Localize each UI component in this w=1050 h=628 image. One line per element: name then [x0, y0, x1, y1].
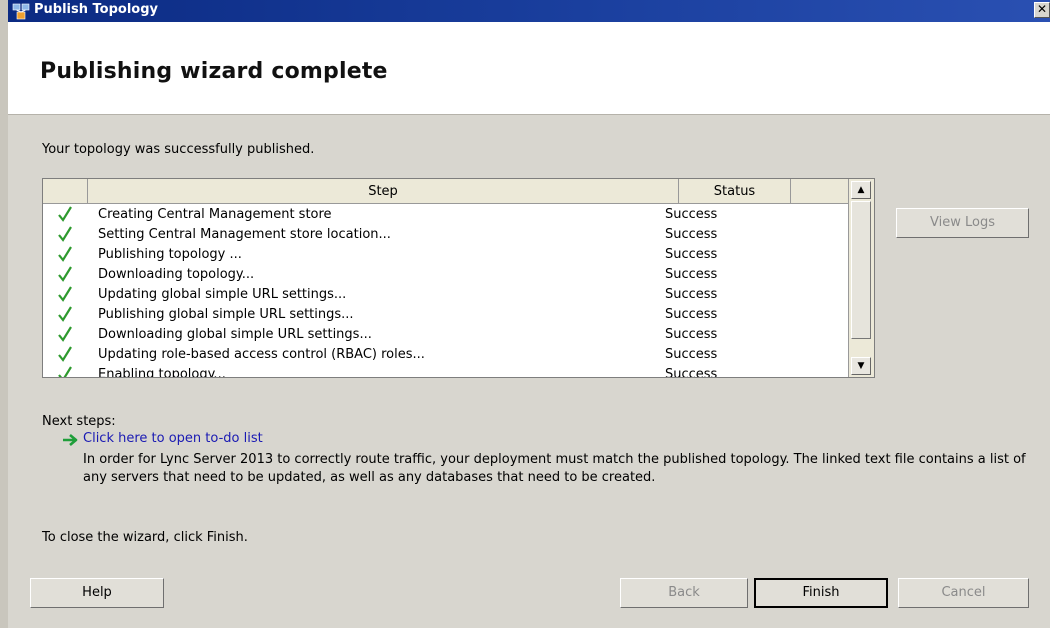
table-row[interactable]: Creating Central Management store Succes… [43, 206, 848, 226]
check-icon [58, 306, 72, 322]
table-row[interactable]: Downloading global simple URL settings..… [43, 326, 848, 346]
step-text: Updating global simple URL settings... [98, 287, 347, 302]
check-icon [58, 326, 72, 342]
scroll-thumb[interactable] [851, 201, 871, 339]
grid-header: Step Status [43, 179, 848, 204]
check-icon [58, 226, 72, 242]
grid-vertical-scrollbar[interactable]: ▲ ▼ [848, 179, 874, 377]
view-logs-button[interactable]: View Logs [896, 208, 1029, 238]
steps-grid: Step Status Creating Central Management … [42, 178, 875, 378]
open-todo-list-link[interactable]: Click here to open to-do list [83, 431, 263, 446]
title-bar[interactable]: Publish Topology ✕ [8, 0, 1050, 22]
next-steps-description: In order for Lync Server 2013 to correct… [83, 452, 1026, 485]
table-row[interactable]: Updating role-based access control (RBAC… [43, 346, 848, 366]
status-text: Success [665, 247, 718, 262]
status-text: Success [665, 347, 718, 362]
check-icon [58, 366, 72, 377]
back-button[interactable]: Back [620, 578, 748, 608]
check-icon [58, 246, 72, 262]
table-row[interactable]: Publishing global simple URL settings...… [43, 306, 848, 326]
wizard-header: Publishing wizard complete [8, 22, 1050, 115]
grid-header-filler [791, 179, 848, 203]
step-text: Downloading topology... [98, 267, 255, 282]
status-text: Success [665, 227, 718, 242]
step-text: Enabling topology... [98, 367, 226, 378]
table-row[interactable]: Updating global simple URL settings... S… [43, 286, 848, 306]
green-arrow-icon [63, 434, 78, 446]
finish-button[interactable]: Finish [754, 578, 888, 608]
status-text: Success [665, 207, 718, 222]
column-header-status[interactable]: Status [679, 179, 791, 203]
check-icon [58, 266, 72, 282]
grid-rows: Creating Central Management store Succes… [43, 206, 848, 378]
step-text: Publishing topology ... [98, 247, 242, 262]
status-text: Success [665, 327, 718, 342]
status-text: Success [665, 287, 718, 302]
scroll-down-arrow-icon[interactable]: ▼ [851, 357, 871, 375]
help-button[interactable]: Help [30, 578, 164, 608]
status-text: Success [665, 367, 718, 378]
step-text: Setting Central Management store locatio… [98, 227, 391, 242]
topology-app-icon [12, 3, 30, 20]
window-left-edge [0, 0, 8, 628]
check-icon [58, 286, 72, 302]
cancel-button[interactable]: Cancel [898, 578, 1029, 608]
scroll-up-arrow-icon[interactable]: ▲ [851, 181, 871, 199]
close-instructions: To close the wizard, click Finish. [42, 530, 248, 545]
window-title: Publish Topology [34, 2, 158, 17]
check-icon [58, 206, 72, 222]
step-text: Downloading global simple URL settings..… [98, 327, 372, 342]
status-text: Success [665, 267, 718, 282]
grid-header-icon-column [43, 179, 88, 203]
step-text: Publishing global simple URL settings... [98, 307, 354, 322]
step-text: Creating Central Management store [98, 207, 332, 222]
next-steps-label: Next steps: [42, 414, 116, 429]
check-icon [58, 346, 72, 362]
table-row[interactable]: Publishing topology ... Success [43, 246, 848, 266]
table-row[interactable]: Enabling topology... Success [43, 366, 848, 378]
publish-topology-window: Publish Topology ✕ Publishing wizard com… [0, 0, 1050, 628]
step-text: Updating role-based access control (RBAC… [98, 347, 425, 362]
success-message: Your topology was successfully published… [42, 142, 315, 157]
table-row[interactable]: Downloading topology... Success [43, 266, 848, 286]
column-header-step[interactable]: Step [88, 179, 679, 203]
page-title: Publishing wizard complete [40, 59, 388, 84]
table-row[interactable]: Setting Central Management store locatio… [43, 226, 848, 246]
close-button[interactable]: ✕ [1034, 2, 1050, 18]
status-text: Success [665, 307, 718, 322]
